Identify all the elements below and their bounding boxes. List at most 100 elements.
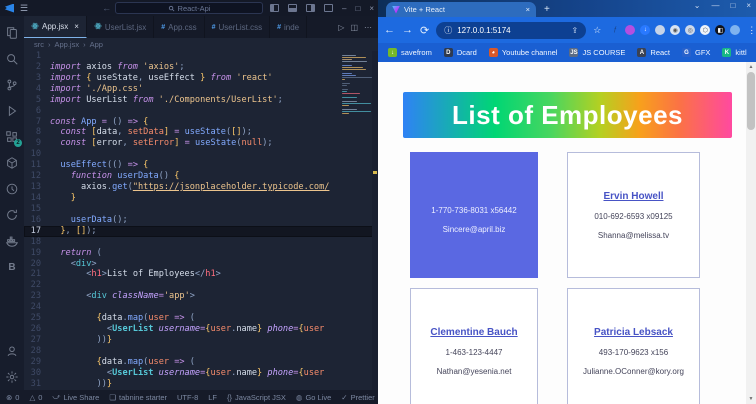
editor-tab-inde[interactable]: # inde xyxy=(270,16,308,38)
browser-menu-icon[interactable]: ⋮ xyxy=(747,25,756,36)
menu-icon[interactable]: ☰ xyxy=(20,3,28,14)
code-line: 9 const [error, setError] = useState(nul… xyxy=(24,138,378,149)
bookmark-star-icon[interactable]: ☆ xyxy=(593,25,601,36)
search-icon[interactable] xyxy=(0,46,24,72)
toggle-panel-icon[interactable] xyxy=(288,4,298,12)
tab-close-icon[interactable]: × xyxy=(526,5,530,14)
status-item-lf[interactable]: LF xyxy=(208,393,217,402)
browser-minimize-button[interactable]: — xyxy=(711,1,719,10)
extension-icon-4[interactable] xyxy=(655,25,666,35)
package-icon[interactable] xyxy=(0,150,24,176)
breadcrumb-item[interactable]: src xyxy=(34,40,44,49)
browser-tab-title: Vite + React xyxy=(404,5,445,14)
bito-icon[interactable]: B xyxy=(0,254,24,280)
sync-icon[interactable] xyxy=(0,202,24,228)
toggle-sidebar-icon[interactable] xyxy=(270,4,280,12)
breadcrumb[interactable]: src › App.jsx › App xyxy=(24,38,378,51)
toggle-secondary-sidebar-icon[interactable] xyxy=(306,4,316,12)
bookmark-js-course[interactable]: JS JS COURSE xyxy=(569,48,625,57)
bookmark-favicon: D xyxy=(443,48,453,57)
minimize-button[interactable]: – xyxy=(342,4,346,13)
address-bar[interactable]: ⓘ 127.0.0.1:5174 ⇪ xyxy=(436,21,587,39)
customize-layout-icon[interactable] xyxy=(324,4,334,12)
status-item-tabnine-starter[interactable]: ❏ tabnine starter xyxy=(109,393,167,402)
breadcrumb-item[interactable]: App.jsx xyxy=(55,40,80,49)
split-editor-icon[interactable]: ◫ xyxy=(350,23,358,32)
employee-card[interactable]: Clementine Bauch 1-463-123-4447 Nathan@yes… xyxy=(410,288,538,404)
share-icon[interactable]: ⇪ xyxy=(572,26,579,35)
source-control-icon[interactable] xyxy=(0,72,24,98)
bookmark-gfx[interactable]: G GFX xyxy=(682,48,710,57)
bookmark-favicon: ↓ xyxy=(388,48,397,57)
scroll-up-icon[interactable]: ▲ xyxy=(749,62,754,72)
status-item-go-live[interactable]: ◍ Go Live xyxy=(296,393,331,402)
extension-icon-8[interactable]: ◧ xyxy=(715,25,726,35)
status-item-prettier[interactable]: ✓ Prettier xyxy=(341,393,374,402)
clock-icon[interactable] xyxy=(0,176,24,202)
bookmark-label: Youtube channel xyxy=(501,48,558,57)
page-scrollbar[interactable]: ▲ ▼ xyxy=(746,62,756,404)
employee-name-link[interactable]: Clementine Bauch xyxy=(430,327,517,338)
status-item-0[interactable]: ⊗ 0 xyxy=(6,393,19,402)
site-info-icon[interactable]: ⓘ xyxy=(444,25,452,36)
scroll-down-icon[interactable]: ▼ xyxy=(749,394,754,404)
bookmark-label: kittl xyxy=(735,48,747,57)
breadcrumb-separator: › xyxy=(48,40,51,49)
status-item-0[interactable]: △ 0 xyxy=(29,393,42,402)
new-tab-button[interactable]: + xyxy=(544,4,550,15)
scrollbar-thumb[interactable] xyxy=(747,72,755,130)
command-search-box[interactable]: React-Api xyxy=(115,2,263,14)
extension-icon-9[interactable] xyxy=(730,25,741,35)
editor-tab-app.jsx[interactable]: App.jsx × xyxy=(24,16,87,38)
extension-icon-1[interactable]: ƒ xyxy=(610,25,620,35)
employee-card[interactable]: 1-770-736-8031 x56442 Sincere@april.biz xyxy=(410,152,538,278)
breadcrumb-item[interactable]: App xyxy=(90,40,103,49)
editor-tab-app.css[interactable]: # App.css xyxy=(154,16,205,38)
browser-restore-button[interactable]: □ xyxy=(730,1,735,10)
docker-icon[interactable] xyxy=(0,228,24,254)
bookmark-dcard[interactable]: D Dcard xyxy=(443,48,477,57)
settings-icon[interactable] xyxy=(0,364,24,390)
line-number: 4 xyxy=(35,83,41,94)
line-number: 1 xyxy=(35,51,41,61)
employee-name-link[interactable]: Patricia Lebsack xyxy=(594,327,673,338)
browser-close-button[interactable]: × xyxy=(746,1,751,10)
extensions-icon[interactable]: 2 xyxy=(0,124,24,150)
tab-close-icon[interactable]: × xyxy=(74,22,79,31)
code-editor[interactable]: 1 2 import axios from 'axios'; 3 import { us… xyxy=(24,51,378,390)
close-button[interactable]: × xyxy=(369,4,374,13)
browser-tab[interactable]: Vite + React × xyxy=(386,2,536,17)
forward-button[interactable]: → xyxy=(402,24,413,36)
extension-icon-5[interactable]: ◉ xyxy=(670,25,681,35)
more-actions-icon[interactable]: ⋯ xyxy=(364,23,372,32)
files-icon[interactable] xyxy=(0,20,24,46)
code-line: 3 import { useState, useEffect } from 're… xyxy=(24,73,378,84)
status-item-javascript-jsx[interactable]: {} JavaScript JSX xyxy=(227,393,286,402)
employee-card[interactable]: Patricia Lebsack 493-170-9623 x156 Juliann… xyxy=(567,288,700,404)
status-item-live-share[interactable]: ⤻ Live Share xyxy=(52,392,99,402)
bookmark-youtube-channel[interactable]: ◕ Youtube channel xyxy=(488,48,558,57)
editor-tab-userlist.css[interactable]: # UserList.css xyxy=(205,16,271,38)
back-button[interactable]: ← xyxy=(384,24,395,36)
editor-tab-userlist.jsx[interactable]: UserList.jsx xyxy=(87,16,155,38)
employee-name-link[interactable]: Ervin Howell xyxy=(603,191,663,202)
restore-button[interactable]: □ xyxy=(355,4,360,13)
status-item-utf-8[interactable]: UTF-8 xyxy=(177,393,198,402)
run-debug-icon[interactable] xyxy=(0,98,24,124)
tab-search-chevron-icon[interactable]: ⌄ xyxy=(694,1,701,10)
run-button[interactable]: ▷ xyxy=(338,23,344,32)
extension-icon-7[interactable]: ⬡ xyxy=(700,25,711,35)
history-back-icon[interactable]: ← xyxy=(102,3,111,13)
bookmark-react[interactable]: A React xyxy=(637,48,670,57)
extension-icon-2[interactable] xyxy=(625,25,636,35)
account-icon[interactable] xyxy=(0,338,24,364)
extension-icon-6[interactable]: ◎ xyxy=(685,25,696,35)
bookmark-savefrom[interactable]: ↓ savefrom xyxy=(388,48,432,57)
extension-icon-3[interactable]: ↓ xyxy=(640,25,651,35)
employee-card[interactable]: Ervin Howell 010-692-6593 x09125 Shanna@me… xyxy=(567,152,700,278)
reload-button[interactable]: ⟳ xyxy=(420,24,429,37)
bookmark-kittl[interactable]: Kkittl xyxy=(722,48,747,57)
status-bar: ⊗ 0 △ 0 ⤻ Live Share ❏ tabnine starter UTF-8 LF {}… xyxy=(0,390,408,404)
browser-tabstrip: Vite + React × + ⌄ — □ × xyxy=(378,0,756,17)
minimap[interactable] xyxy=(342,53,372,115)
